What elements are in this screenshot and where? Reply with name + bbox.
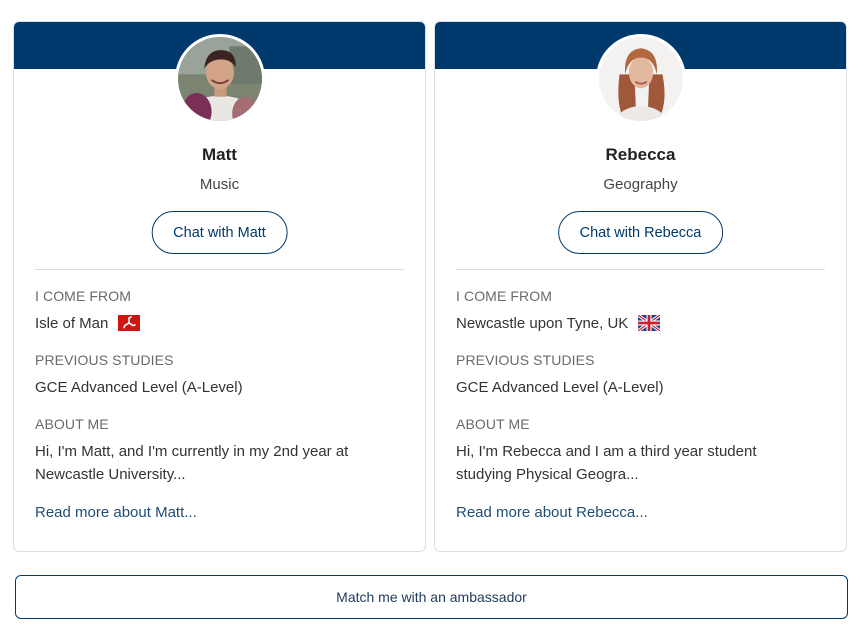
previous-studies-label: PREVIOUS STUDIES	[456, 352, 595, 368]
avatar	[595, 34, 686, 124]
avatar	[174, 34, 265, 124]
ambassador-subject: Music	[199, 176, 240, 193]
about-me-label: ABOUT ME	[35, 416, 109, 432]
come-from-label: I COME FROM	[35, 288, 131, 304]
isle-of-man-flag-icon	[117, 315, 140, 331]
ambassador-card-rebecca: Rebecca Geography Chat with Rebecca I CO…	[434, 21, 847, 552]
ambassador-name: Matt	[202, 145, 237, 164]
match-me-with-ambassador-button[interactable]: Match me with an ambassador	[15, 575, 848, 619]
divider	[456, 269, 825, 270]
previous-studies-value: GCE Advanced Level (A-Level)	[35, 379, 243, 396]
divider	[35, 269, 404, 270]
about-me-text: Hi, I'm Rebecca and I am a third year st…	[456, 443, 757, 483]
chat-with-matt-button[interactable]: Chat with Matt	[151, 211, 288, 254]
come-from-text: Newcastle upon Tyne, UK	[456, 315, 629, 332]
come-from-value: Newcastle upon Tyne, UK	[456, 315, 660, 332]
previous-studies-label: PREVIOUS STUDIES	[35, 352, 174, 368]
ambassador-name: Rebecca	[605, 145, 676, 164]
come-from-value: Isle of Man	[35, 315, 140, 332]
uk-flag-icon	[637, 315, 660, 331]
profile-photo-matt	[177, 37, 262, 121]
previous-studies-value: GCE Advanced Level (A-Level)	[456, 379, 664, 396]
ambassador-subject: Geography	[603, 176, 678, 193]
read-more-matt-link[interactable]: Read more about Matt...	[35, 504, 197, 521]
about-me-text: Hi, I'm Matt, and I'm currently in my 2n…	[35, 443, 349, 483]
ambassador-card-matt: Matt Music Chat with Matt I COME FROM Is…	[13, 21, 426, 552]
profile-photo-rebecca	[598, 37, 683, 121]
come-from-label: I COME FROM	[456, 288, 552, 304]
chat-with-rebecca-button[interactable]: Chat with Rebecca	[557, 211, 724, 254]
about-me-label: ABOUT ME	[456, 416, 530, 432]
read-more-rebecca-link[interactable]: Read more about Rebecca...	[456, 504, 648, 521]
come-from-text: Isle of Man	[35, 315, 109, 332]
